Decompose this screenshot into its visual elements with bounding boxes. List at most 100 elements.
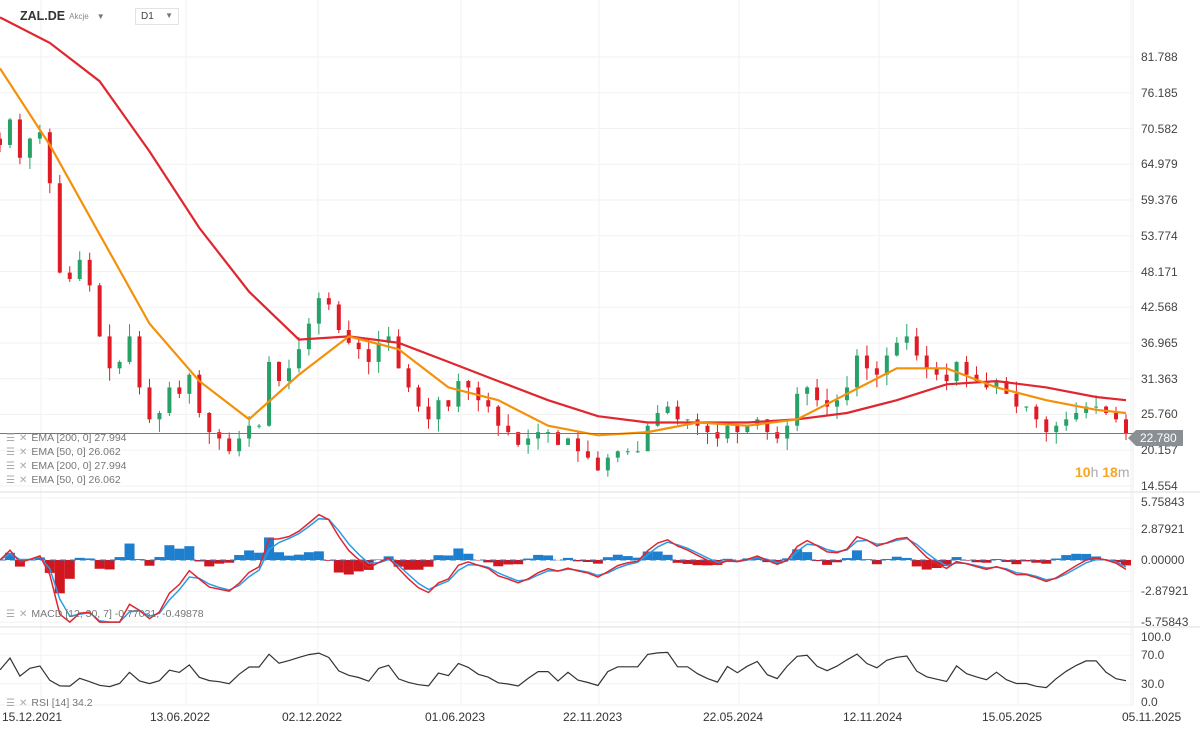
macd-histogram-bar: [94, 560, 105, 569]
candle-body: [237, 438, 242, 452]
candle-body: [615, 451, 620, 458]
price-tick: 59.376: [1141, 193, 1178, 207]
legend-label: EMA [50, 0] 26.062: [31, 446, 121, 458]
settings-icon[interactable]: ☰: [6, 433, 15, 444]
macd-histogram-bar: [682, 560, 693, 564]
candle-body: [0, 138, 2, 145]
candle-body: [456, 381, 461, 407]
candle-body: [864, 355, 869, 369]
candle-body: [645, 425, 650, 452]
macd-histogram-bar: [403, 560, 414, 570]
candle-body: [267, 361, 272, 426]
date-tick: 22.05.2024: [703, 710, 764, 724]
timeframe-selector[interactable]: D1 ▼: [135, 8, 179, 25]
close-icon[interactable]: ✕: [19, 461, 27, 472]
macd-histogram-bar: [871, 560, 882, 565]
candle-body: [356, 342, 361, 350]
candle-body: [556, 432, 561, 445]
candle-body: [117, 361, 122, 369]
candle-body: [805, 387, 810, 394]
legend-ema50[interactable]: ☰ ✕ EMA [50, 0] 26.062: [6, 474, 121, 486]
macd-histogram-bar: [463, 553, 474, 560]
candle-body: [57, 183, 62, 273]
candle-body: [396, 336, 401, 369]
candle-body: [247, 425, 252, 439]
candle-body: [565, 438, 570, 445]
candle-countdown: 10h 18m: [1075, 464, 1130, 480]
candle-body: [77, 259, 82, 279]
legend-label: MACD [12, 30, 7] -0.77031, -0.49878: [31, 608, 204, 620]
legend-ema200[interactable]: ☰ ✕ EMA [200, 0] 27.994: [6, 432, 127, 444]
macd-histogram-bar: [214, 560, 225, 564]
close-icon[interactable]: ✕: [19, 433, 27, 444]
legend-macd[interactable]: ☰ ✕ MACD [12, 30, 7] -0.77031, -0.49878: [6, 608, 204, 620]
candle-body: [705, 425, 710, 433]
settings-icon[interactable]: ☰: [6, 475, 15, 486]
candle-body: [257, 425, 262, 427]
macd-histogram-bar: [104, 560, 115, 570]
settings-icon[interactable]: ☰: [6, 461, 15, 472]
candle-body: [177, 387, 182, 394]
candle-body: [127, 336, 132, 362]
macd-histogram-bar: [692, 560, 703, 566]
macd-histogram-bar: [443, 555, 454, 560]
candle-body: [376, 342, 381, 362]
candle-body: [277, 361, 282, 382]
legend-rsi[interactable]: ☰ ✕ RSI [14] 34.2: [6, 697, 93, 709]
close-icon[interactable]: ✕: [19, 609, 27, 620]
candle-body: [635, 451, 640, 453]
candle-body: [286, 368, 291, 382]
price-tick: 25.760: [1141, 407, 1178, 422]
macd-histogram-bar: [1061, 555, 1072, 560]
candle-body: [67, 272, 72, 279]
settings-icon[interactable]: ☰: [6, 698, 15, 709]
rsi-tick: 30.0: [1141, 676, 1165, 691]
candle-body: [7, 119, 12, 145]
date-tick: 05.11.2025: [1122, 710, 1182, 724]
candle-body: [446, 400, 451, 407]
candle-body: [914, 336, 919, 356]
candle-body: [874, 368, 879, 375]
settings-icon[interactable]: ☰: [6, 447, 15, 458]
close-icon[interactable]: ✕: [19, 475, 27, 486]
macd-histogram-bar: [822, 560, 833, 565]
macd-histogram-bar: [533, 554, 544, 560]
macd-histogram-bar: [921, 560, 932, 570]
price-tick: 14.554: [1141, 479, 1178, 493]
date-tick: 22.11.2023: [563, 710, 623, 724]
candle-body: [316, 298, 321, 324]
macd-histogram-bar: [612, 554, 623, 560]
macd-histogram-bar: [911, 560, 922, 567]
legend-ema50[interactable]: ☰ ✕ EMA [50, 0] 26.062: [6, 446, 121, 458]
candle-body: [685, 419, 690, 421]
legend-ema200[interactable]: ☰ ✕ EMA [200, 0] 27.994: [6, 460, 127, 472]
macd-histogram-bar: [234, 555, 245, 560]
macd-histogram-bar: [851, 550, 862, 560]
candle-body: [1044, 419, 1049, 433]
candle-body: [1034, 406, 1039, 420]
rsi-line: [0, 651, 1127, 689]
macd-histogram-bar: [124, 543, 135, 560]
close-icon[interactable]: ✕: [19, 447, 27, 458]
timeframe-value: D1: [141, 11, 154, 22]
candle-body: [97, 285, 102, 337]
candle-body: [894, 342, 899, 356]
candle-body: [1054, 425, 1059, 433]
legend-label: EMA [50, 0] 26.062: [31, 474, 121, 486]
date-tick: 13.06.2022: [150, 710, 211, 724]
price-tick: 36.965: [1141, 336, 1178, 350]
candle-body: [27, 138, 32, 158]
candle-body: [227, 438, 232, 452]
macd-histogram-bar: [413, 560, 424, 570]
close-icon[interactable]: ✕: [19, 698, 27, 709]
symbol-selector[interactable]: ZAL.DE Akcje ▼: [20, 9, 105, 23]
symbol-name: ZAL.DE: [20, 9, 66, 23]
rsi-tick: 100.0: [1141, 630, 1172, 644]
macd-histogram-bar: [423, 560, 434, 567]
macd-histogram-bar: [303, 552, 314, 560]
chart-canvas[interactable]: [0, 0, 1200, 736]
settings-icon[interactable]: ☰: [6, 609, 15, 620]
macd-histogram-bar: [513, 560, 524, 565]
candle-body: [675, 406, 680, 420]
macd-histogram-bar: [144, 560, 155, 566]
